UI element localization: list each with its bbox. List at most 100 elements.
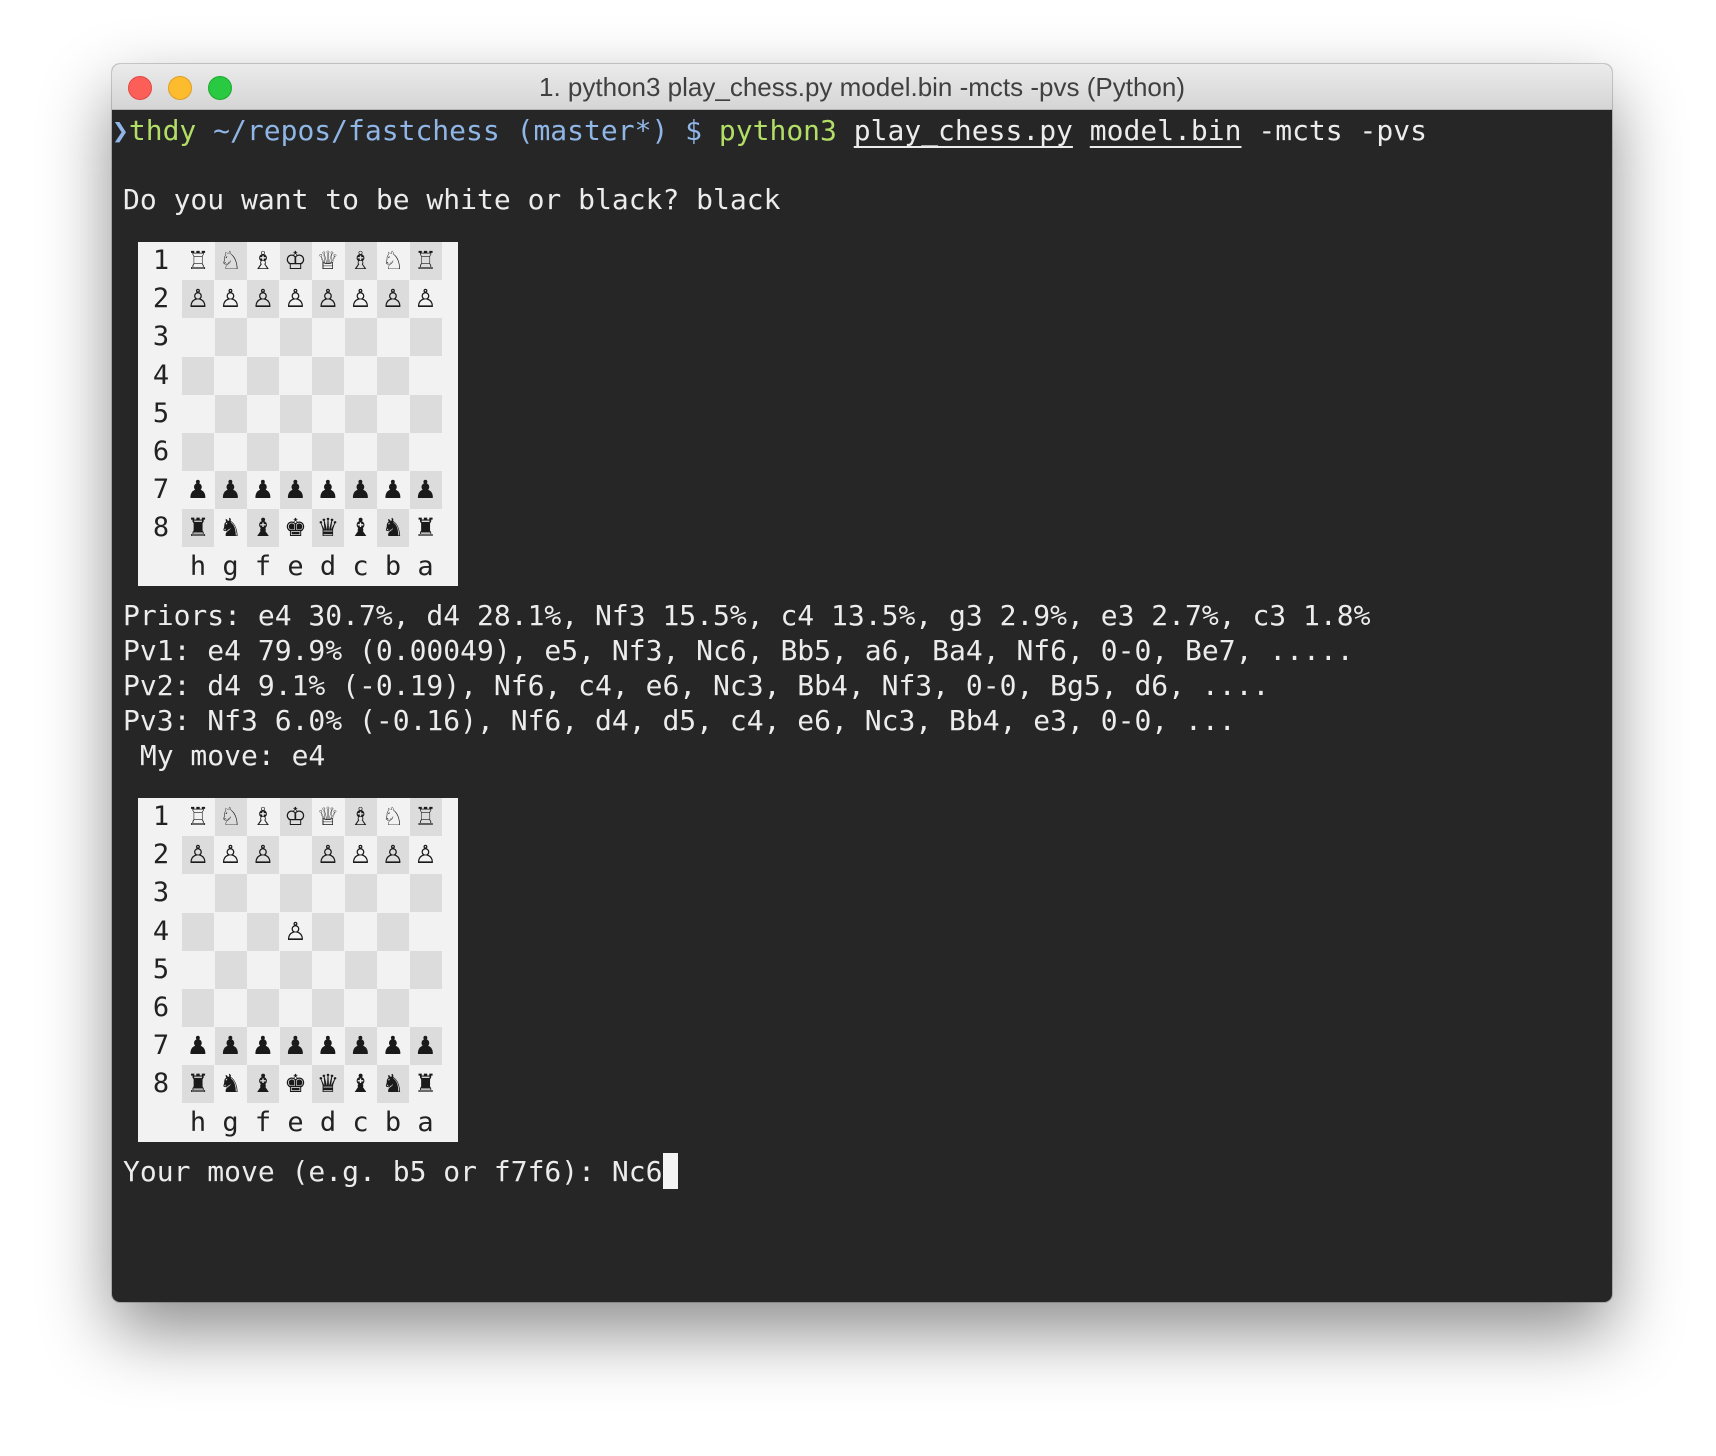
rank-label: 2 xyxy=(152,283,170,315)
chess-piece: ♘ xyxy=(381,246,405,275)
chess-piece: ♙ xyxy=(247,280,279,319)
board-square xyxy=(312,874,344,912)
file-label: b xyxy=(384,1107,402,1138)
color-question: Do you want to be white or black? black xyxy=(123,183,781,216)
chess-piece: ♖ xyxy=(186,246,210,275)
chess-piece: ♙ xyxy=(219,840,242,870)
terminal-content[interactable]: ❯thdy ~/repos/fastchess (master*) $ pyth… xyxy=(112,110,1612,1302)
chess-piece: ♚ xyxy=(284,513,307,543)
command-arg-script: play_chess.py xyxy=(853,114,1073,147)
window-title: 1. python3 play_chess.py model.bin -mcts… xyxy=(539,72,1185,102)
chess-piece: ♙ xyxy=(182,280,214,319)
board-square xyxy=(312,989,344,1027)
chess-piece: ♚ xyxy=(284,1069,307,1099)
file-label: g xyxy=(222,551,239,582)
chess-piece: ♙ xyxy=(414,840,437,870)
board-square xyxy=(214,950,247,989)
file-label: c xyxy=(352,551,369,582)
input-line[interactable]: Your move (e.g. b5 or f7f6): Nc6 xyxy=(123,1153,679,1191)
chess-piece: ♗ xyxy=(251,802,275,831)
board-square xyxy=(377,433,409,471)
chess-piece: ♝ xyxy=(349,513,372,543)
chess-piece: ♕ xyxy=(316,802,340,831)
chess-piece: ♘ xyxy=(214,242,247,280)
rank-label: 5 xyxy=(152,397,170,429)
chess-piece: ♔ xyxy=(279,242,312,280)
chess-piece: ♙ xyxy=(219,284,242,314)
chess-piece: ♟ xyxy=(381,475,405,505)
chess-piece: ♘ xyxy=(381,802,405,831)
chess-piece: ♝ xyxy=(247,509,279,548)
chess-piece: ♙ xyxy=(414,284,437,314)
chess-piece: ♗ xyxy=(344,798,377,836)
board-square xyxy=(409,874,442,913)
chess-piece: ♙ xyxy=(247,836,279,875)
board-square xyxy=(247,318,279,356)
input-prompt: Your move (e.g. b5 or f7f6): xyxy=(123,1155,612,1188)
board-square xyxy=(182,951,214,989)
chess-piece: ♙ xyxy=(312,280,344,319)
rank-label: 7 xyxy=(152,1030,170,1062)
chess-piece: ♟ xyxy=(214,1027,247,1066)
file-label: h xyxy=(189,551,207,582)
chess-piece: ♙ xyxy=(312,836,344,875)
chess-piece: ♙ xyxy=(284,284,307,314)
chess-piece: ♞ xyxy=(219,1069,242,1099)
input-value[interactable]: Nc6 xyxy=(612,1155,663,1188)
board-square xyxy=(247,395,279,433)
board-square xyxy=(214,318,247,357)
chess-piece: ♟ xyxy=(186,475,210,505)
chess-piece: ♟ xyxy=(251,475,275,505)
chess-piece: ♜ xyxy=(414,1069,437,1099)
file-label: g xyxy=(222,1107,239,1138)
rank-label: 1 xyxy=(152,245,170,276)
chess-piece: ♟ xyxy=(316,1031,340,1061)
board-square xyxy=(182,912,214,951)
board-square xyxy=(182,395,214,433)
chess-piece: ♟ xyxy=(381,1031,405,1061)
board-square xyxy=(345,989,377,1027)
board-square xyxy=(377,951,409,989)
chess-piece: ♟ xyxy=(344,471,377,510)
board-square xyxy=(410,989,442,1027)
board-square xyxy=(312,951,344,989)
chess-piece: ♟ xyxy=(279,471,312,510)
board-square xyxy=(409,394,442,433)
text-cursor xyxy=(663,1153,679,1189)
prompt-line: ❯thdy ~/repos/fastchess (master*) $ pyth… xyxy=(112,112,1427,150)
chess-piece: ♖ xyxy=(409,798,442,836)
board-square xyxy=(182,989,214,1027)
board-square xyxy=(215,433,247,471)
board-square xyxy=(182,433,214,471)
chess-piece: ♟ xyxy=(186,1031,210,1061)
prompt-path: ~/repos/fastchess (master*) $ xyxy=(196,114,719,147)
chess-piece: ♖ xyxy=(186,802,210,831)
chess-piece: ♛ xyxy=(312,509,344,548)
board-square xyxy=(377,912,409,951)
board-square xyxy=(344,950,377,989)
board-square xyxy=(377,874,409,912)
chess-piece: ♞ xyxy=(377,1065,409,1104)
board-square xyxy=(410,433,442,471)
chess-piece: ♛ xyxy=(312,1065,344,1104)
chess-piece: ♟ xyxy=(251,1031,275,1061)
chess-piece: ♜ xyxy=(182,1065,214,1104)
chess-board-after-move: 1 ♖ ♘ ♗ ♔ ♕ ♗ ♘ ♖ 2 ♙ ♙ ♙ ♙ ♙ ♙ ♙ 3 4 ♙ 5 6 7 ♟ ♟ ♟ ♟ ♟ ♟ ♟ ♟ 8 ♜ ♞ ♝ ♚ ♛ ♝ ♞ ♜… xyxy=(138,798,458,1142)
board-square xyxy=(344,318,377,357)
chess-piece: ♟ xyxy=(316,475,340,505)
board-square xyxy=(215,913,247,951)
rank-label: 8 xyxy=(152,1068,170,1100)
board-square xyxy=(344,394,377,433)
rank-label: 4 xyxy=(152,915,170,947)
prompt-user: thdy xyxy=(128,114,197,147)
board-square xyxy=(214,394,247,433)
board-square xyxy=(312,433,344,471)
board-square xyxy=(312,356,344,395)
board-square xyxy=(409,950,442,989)
board-square xyxy=(377,356,409,395)
board-square xyxy=(247,951,279,989)
chess-piece: ♙ xyxy=(284,916,307,946)
chess-piece: ♘ xyxy=(214,798,247,836)
file-label: h xyxy=(189,1107,207,1138)
chess-piece: ♜ xyxy=(182,509,214,548)
